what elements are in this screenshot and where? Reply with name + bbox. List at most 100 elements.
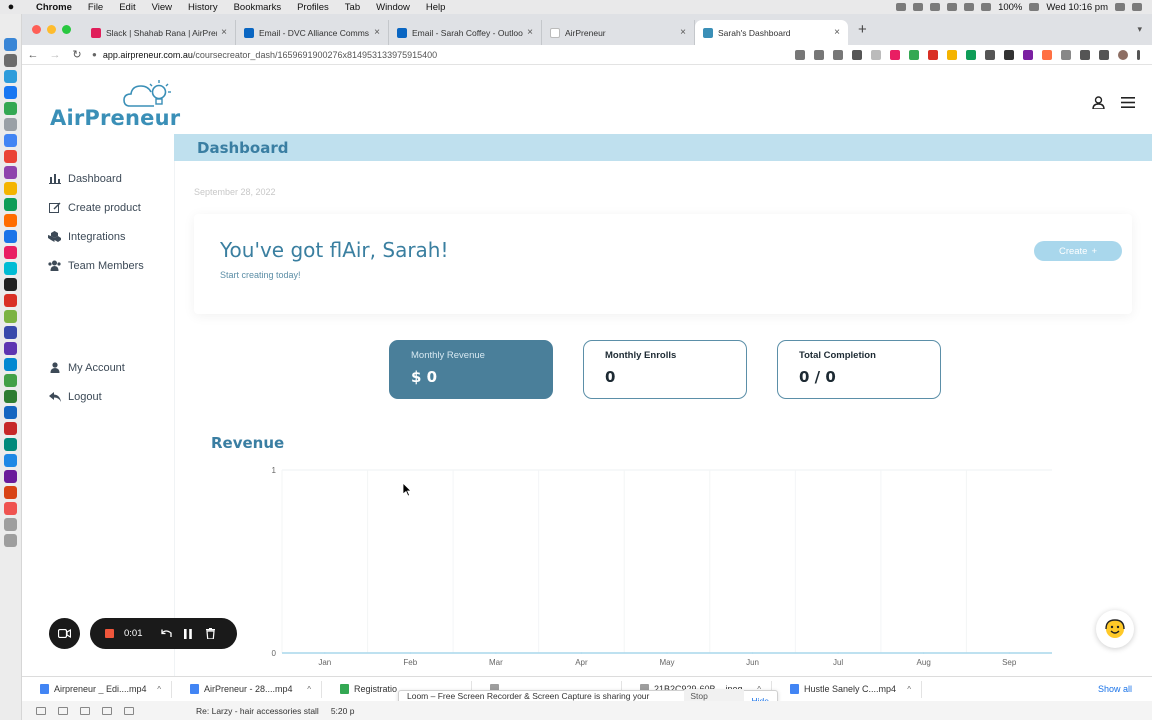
bookmark-star-icon[interactable] bbox=[833, 49, 843, 60]
pause-icon[interactable] bbox=[182, 628, 194, 640]
menu-file[interactable]: File bbox=[80, 2, 111, 13]
dock-app-icon[interactable] bbox=[4, 438, 17, 451]
dock-app-icon[interactable] bbox=[4, 310, 17, 323]
sidebar-item-logout[interactable]: Logout bbox=[48, 382, 125, 411]
dock-app-icon[interactable] bbox=[4, 102, 17, 115]
dock-app-icon[interactable] bbox=[4, 390, 17, 403]
sidebar-item-dashboard[interactable]: Dashboard bbox=[48, 164, 144, 193]
dock-app-icon[interactable] bbox=[4, 246, 17, 259]
close-tab-icon[interactable]: × bbox=[834, 27, 840, 38]
clock[interactable]: Wed 10:16 pm bbox=[1046, 2, 1108, 13]
puzzle-icon[interactable] bbox=[1080, 49, 1090, 60]
extension-icon[interactable] bbox=[985, 49, 995, 60]
status-icon[interactable] bbox=[930, 3, 941, 11]
dock-app-icon[interactable] bbox=[4, 406, 17, 419]
dock-app-icon[interactable] bbox=[4, 422, 17, 435]
brand-logo[interactable]: AirPreneur bbox=[50, 78, 180, 134]
dock-app-icon[interactable] bbox=[4, 278, 17, 291]
status-icon[interactable] bbox=[913, 3, 924, 11]
undo-icon[interactable] bbox=[160, 628, 172, 640]
dock-app-icon[interactable] bbox=[4, 86, 17, 99]
loom-camera-button[interactable] bbox=[49, 618, 80, 649]
sidebar-item-integrations[interactable]: Integrations bbox=[48, 222, 144, 251]
dock-app-icon[interactable] bbox=[4, 486, 17, 499]
sidebar-item-create-product[interactable]: Create product bbox=[48, 193, 144, 222]
toolbar-icon[interactable] bbox=[58, 706, 68, 715]
dock-app-icon[interactable] bbox=[4, 342, 17, 355]
apple-menu-icon[interactable]: ● bbox=[0, 1, 22, 13]
mail-icon[interactable] bbox=[36, 706, 46, 715]
camera-icon[interactable] bbox=[1061, 49, 1071, 60]
chevron-up-icon[interactable]: ^ bbox=[907, 685, 911, 694]
battery-label[interactable]: 100% bbox=[998, 2, 1022, 13]
mic-icon[interactable] bbox=[896, 3, 907, 11]
dock-app-icon[interactable] bbox=[4, 54, 17, 67]
menu-chrome[interactable]: Chrome bbox=[22, 2, 80, 13]
tab-search-icon[interactable]: ▾ bbox=[1137, 24, 1152, 35]
extension-icon[interactable] bbox=[1023, 49, 1033, 60]
close-tab-icon[interactable]: × bbox=[221, 27, 227, 38]
create-button[interactable]: Create + bbox=[1034, 241, 1122, 261]
extension-icon[interactable] bbox=[852, 49, 862, 60]
download-item[interactable]: Hustle Sanely C....mp4 ^ bbox=[772, 680, 922, 698]
tab-slack[interactable]: Slack | Shahab Rana | AirPrene × bbox=[83, 20, 236, 45]
hamburger-menu-icon[interactable] bbox=[1120, 94, 1136, 110]
dock-app-icon[interactable] bbox=[4, 182, 17, 195]
trash-icon[interactable] bbox=[204, 628, 216, 640]
extension-icon[interactable] bbox=[871, 49, 881, 60]
install-icon[interactable] bbox=[795, 49, 805, 60]
menu-history[interactable]: History bbox=[180, 2, 226, 13]
chevron-up-icon[interactable]: ^ bbox=[307, 685, 311, 694]
menu-window[interactable]: Window bbox=[368, 2, 418, 13]
sidebar-icon[interactable] bbox=[1099, 49, 1109, 60]
back-icon[interactable]: ← bbox=[22, 49, 44, 61]
profile-user-icon[interactable] bbox=[1090, 94, 1106, 110]
stat-card-monthly-revenue[interactable]: Monthly Revenue $ 0 bbox=[389, 340, 553, 399]
stat-card-monthly-enrolls[interactable]: Monthly Enrolls 0 bbox=[583, 340, 747, 399]
reload-icon[interactable]: ↻ bbox=[66, 48, 88, 61]
dock-app-icon[interactable] bbox=[4, 198, 17, 211]
menu-help[interactable]: Help bbox=[418, 2, 454, 13]
dock-app-icon[interactable] bbox=[4, 134, 17, 147]
wifi-icon[interactable] bbox=[981, 3, 992, 11]
dock-app-icon[interactable] bbox=[4, 470, 17, 483]
menu-view[interactable]: View bbox=[144, 2, 180, 13]
dock-app-icon[interactable] bbox=[4, 150, 17, 163]
lock-icon[interactable]: ● bbox=[92, 50, 97, 59]
dock-app-icon[interactable] bbox=[4, 502, 17, 515]
kebab-menu-icon[interactable] bbox=[1137, 49, 1140, 60]
dock-app-icon[interactable] bbox=[4, 374, 17, 387]
tab-airpreneur[interactable]: AirPreneur × bbox=[542, 20, 695, 45]
toolbar-icon[interactable] bbox=[124, 706, 134, 715]
download-item[interactable]: AirPreneur - 28....mp4 ^ bbox=[172, 680, 322, 698]
forward-icon[interactable]: → bbox=[44, 49, 66, 61]
support-chat-button[interactable] bbox=[1096, 610, 1134, 648]
dock-app-icon[interactable] bbox=[4, 166, 17, 179]
dock-app-icon[interactable] bbox=[4, 326, 17, 339]
profile-avatar[interactable] bbox=[1118, 49, 1128, 60]
google-drive-icon[interactable] bbox=[909, 49, 919, 60]
new-tab-icon[interactable]: + bbox=[848, 21, 877, 38]
grammarly-icon[interactable] bbox=[966, 49, 976, 60]
close-tab-icon[interactable]: × bbox=[527, 27, 533, 38]
dock-app-icon[interactable] bbox=[4, 214, 17, 227]
sidebar-item-my-account[interactable]: My Account bbox=[48, 353, 125, 382]
dock-app-icon[interactable] bbox=[4, 118, 17, 131]
tab-email-dvc[interactable]: Email - DVC Alliance Comms - × bbox=[236, 20, 389, 45]
close-tab-icon[interactable]: × bbox=[374, 27, 380, 38]
toolbar-icon[interactable] bbox=[80, 706, 90, 715]
tab-email-sarah[interactable]: Email - Sarah Coffey - Outlook × bbox=[389, 20, 542, 45]
menu-tab[interactable]: Tab bbox=[337, 2, 368, 13]
dock-app-icon[interactable] bbox=[4, 38, 17, 51]
menu-bookmarks[interactable]: Bookmarks bbox=[226, 2, 290, 13]
status-icon[interactable] bbox=[947, 3, 958, 11]
dock-app-icon[interactable] bbox=[4, 358, 17, 371]
show-all-downloads-link[interactable]: Show all bbox=[1098, 684, 1152, 694]
address-bar[interactable]: ● app.airpreneur.com.au /coursecreator_d… bbox=[92, 50, 772, 60]
dock-app-icon[interactable] bbox=[4, 518, 17, 531]
close-window-icon[interactable] bbox=[32, 25, 41, 34]
dock-app-icon[interactable] bbox=[4, 230, 17, 243]
stat-card-total-completion[interactable]: Total Completion 0 / 0 bbox=[777, 340, 941, 399]
mail-subject[interactable]: Re: Larzy - hair accessories stall bbox=[196, 706, 319, 716]
extension-icon[interactable] bbox=[1004, 49, 1014, 60]
